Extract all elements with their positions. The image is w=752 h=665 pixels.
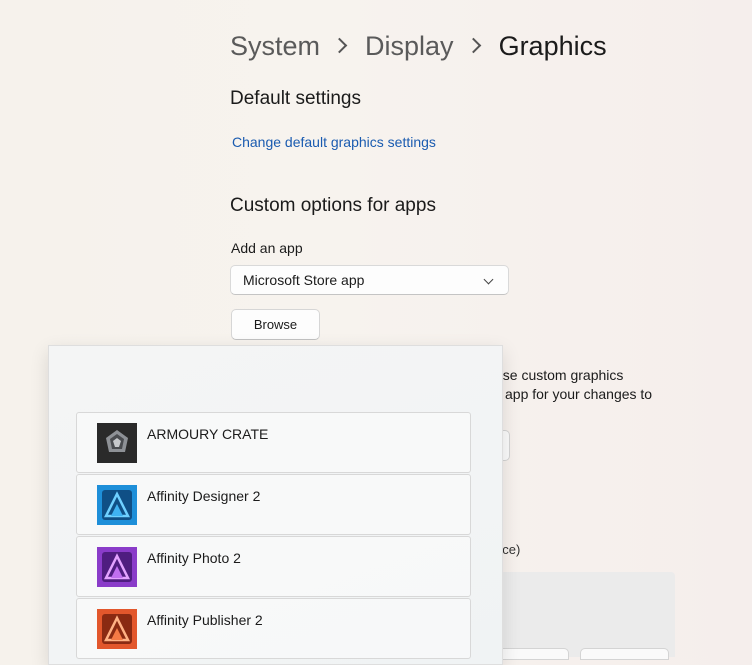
app-type-dropdown[interactable]: Microsoft Store app [230, 265, 509, 295]
app-name: Affinity Photo 2 [147, 550, 241, 566]
description-text-line1: ose custom graphics [495, 367, 624, 383]
chevron-right-icon [331, 37, 348, 53]
browse-button[interactable]: Browse [231, 309, 320, 340]
affinity-photo-icon [97, 547, 137, 587]
background-app-card [495, 572, 675, 657]
affinity-designer-icon [97, 485, 137, 525]
background-card-button[interactable] [580, 648, 669, 660]
chevron-right-icon [465, 37, 481, 53]
custom-options-heading: Custom options for apps [230, 195, 436, 216]
armoury-crate-icon [97, 423, 137, 463]
add-app-label: Add an app [231, 240, 303, 256]
app-item-affinity-publisher[interactable]: Affinity Publisher 2 [76, 598, 471, 659]
breadcrumb-system[interactable]: System [230, 31, 320, 62]
app-type-selected: Microsoft Store app [243, 272, 365, 288]
app-name: ARMOURY CRATE [147, 426, 269, 442]
affinity-publisher-icon [97, 609, 137, 649]
app-item-armoury-crate[interactable]: ARMOURY CRATE [76, 412, 471, 473]
app-picker-popup: ARMOURY CRATE Affinity Designer 2 Affini… [48, 345, 503, 665]
browse-label: Browse [253, 317, 298, 332]
description-text-line2: app for your changes to [505, 386, 653, 402]
app-name: Affinity Publisher 2 [147, 612, 263, 628]
app-item-affinity-photo[interactable]: Affinity Photo 2 [76, 536, 471, 597]
change-default-graphics-link[interactable]: Change default graphics settings [232, 134, 436, 150]
breadcrumb: System Display Graphics [230, 26, 607, 66]
breadcrumb-display[interactable]: Display [365, 31, 454, 62]
chevron-down-icon [483, 274, 494, 285]
background-card-button[interactable] [495, 648, 569, 660]
default-settings-heading: Default settings [230, 88, 361, 109]
app-list: ARMOURY CRATE Affinity Designer 2 Affini… [76, 412, 471, 660]
app-name: Affinity Designer 2 [147, 488, 261, 504]
page-title: Graphics [498, 30, 607, 61]
app-item-affinity-designer[interactable]: Affinity Designer 2 [76, 474, 471, 535]
